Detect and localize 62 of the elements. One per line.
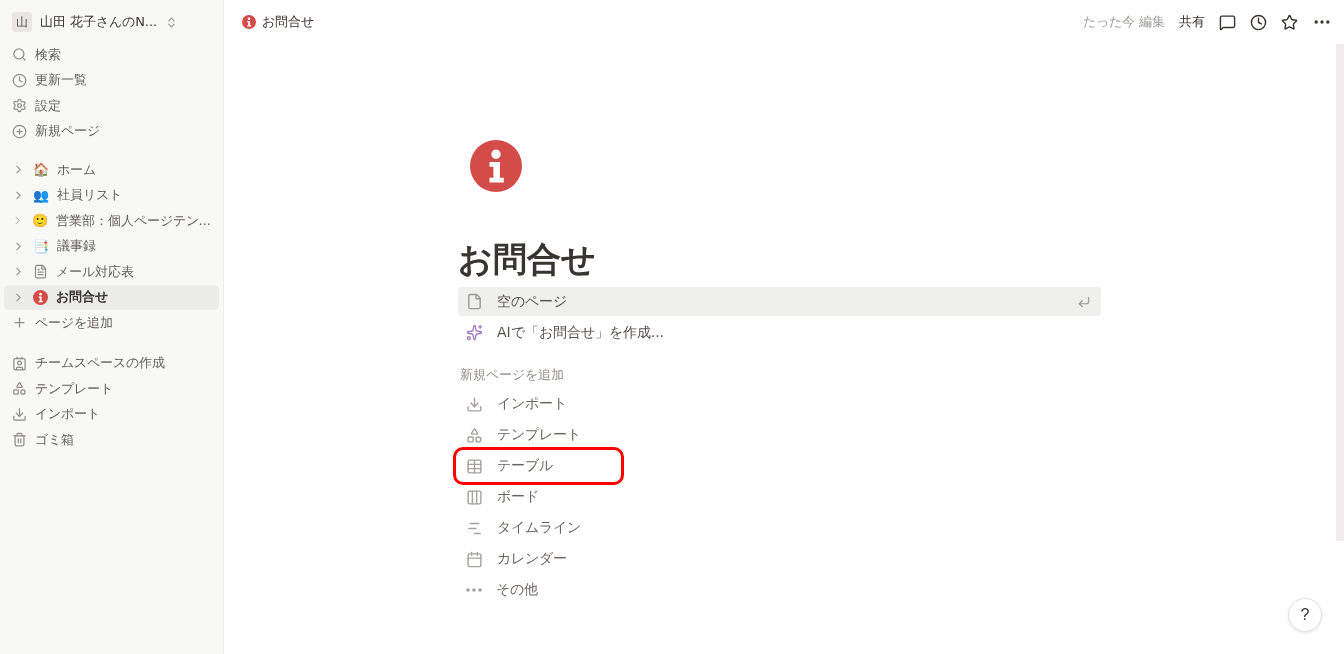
plus-icon	[12, 315, 27, 331]
add-page-option[interactable]: カレンダー	[458, 545, 1101, 573]
shapes-icon	[466, 426, 483, 444]
add-page-option[interactable]: その他	[458, 576, 1101, 604]
columns-icon	[466, 488, 483, 506]
sidebar-item[interactable]: 新規ページ	[4, 118, 219, 144]
page-item[interactable]: お問合せ	[4, 284, 219, 310]
workspace-switcher[interactable]: 山 山田 花子さんのN...	[4, 8, 219, 36]
sidebar-item[interactable]: ゴミ箱	[4, 427, 219, 453]
people-icon: 👥	[33, 187, 49, 203]
edited-time: たった今 編集	[1082, 13, 1165, 31]
page-item[interactable]: 🙂 営業部：個人ページテン...	[4, 208, 219, 234]
shapes-icon	[12, 381, 27, 397]
add-page-item[interactable]: ページを追加	[4, 310, 219, 336]
calendar-icon	[466, 550, 483, 568]
page-title: お問合せ	[458, 238, 597, 281]
download-icon	[466, 395, 483, 413]
sidebar-item[interactable]: インポート	[4, 401, 219, 427]
comment-icon[interactable]	[1219, 13, 1236, 31]
sidebar-item[interactable]: テンプレート	[4, 376, 219, 402]
workspace-name: 山田 花子さんのN...	[40, 13, 158, 31]
help-button[interactable]: ?	[1288, 598, 1322, 632]
add-page-option[interactable]: インポート	[458, 390, 1101, 418]
search-icon	[12, 47, 27, 63]
add-page-option[interactable]: ボード	[458, 483, 1101, 511]
sidebar-item[interactable]: 検索	[4, 42, 219, 68]
info-icon	[242, 15, 256, 29]
contact-card-icon	[12, 355, 27, 371]
house-icon: 🏠	[33, 162, 49, 178]
workspace-avatar: 山	[12, 12, 32, 32]
enter-icon	[1077, 294, 1091, 309]
template-option[interactable]: AIで「お問合せ」を作成...	[458, 318, 1101, 347]
sidebar-item[interactable]: 更新一覧	[4, 67, 219, 93]
info-icon	[33, 289, 48, 305]
document-icon: 📑	[33, 238, 49, 254]
trash-icon	[12, 432, 27, 448]
sparkle-icon	[466, 324, 483, 341]
settings-icon	[12, 98, 27, 114]
table-icon	[466, 457, 483, 475]
download-icon	[12, 406, 27, 422]
clock-icon[interactable]	[1250, 13, 1267, 31]
sidebar-item[interactable]: 設定	[4, 93, 219, 119]
page-icon	[33, 264, 48, 280]
clock-icon	[12, 72, 27, 88]
add-page-option[interactable]: タイムライン	[458, 514, 1101, 542]
section-label: 新規ページを追加	[460, 367, 565, 384]
page-item[interactable]: 👥 社員リスト	[4, 182, 219, 208]
share-button[interactable]: 共有	[1179, 13, 1205, 31]
info-icon	[470, 140, 522, 192]
more-icon	[466, 588, 482, 592]
page-item[interactable]: 🏠 ホーム	[4, 157, 219, 183]
page-item[interactable]: 📑 議事録	[4, 233, 219, 259]
add-page-option[interactable]: テーブル	[458, 452, 619, 480]
breadcrumb[interactable]: お問合せ	[242, 13, 1069, 31]
add-page-option[interactable]: テンプレート	[458, 421, 1101, 449]
page-icon	[466, 293, 483, 310]
star-icon[interactable]	[1281, 13, 1298, 31]
sidebar-item[interactable]: チームスペースの作成	[4, 350, 219, 376]
plus-circle-icon	[12, 123, 27, 139]
smiley-icon: 🙂	[31, 213, 48, 229]
page-item[interactable]: メール対応表	[4, 259, 219, 285]
template-option[interactable]: 空のページ	[458, 287, 1101, 316]
